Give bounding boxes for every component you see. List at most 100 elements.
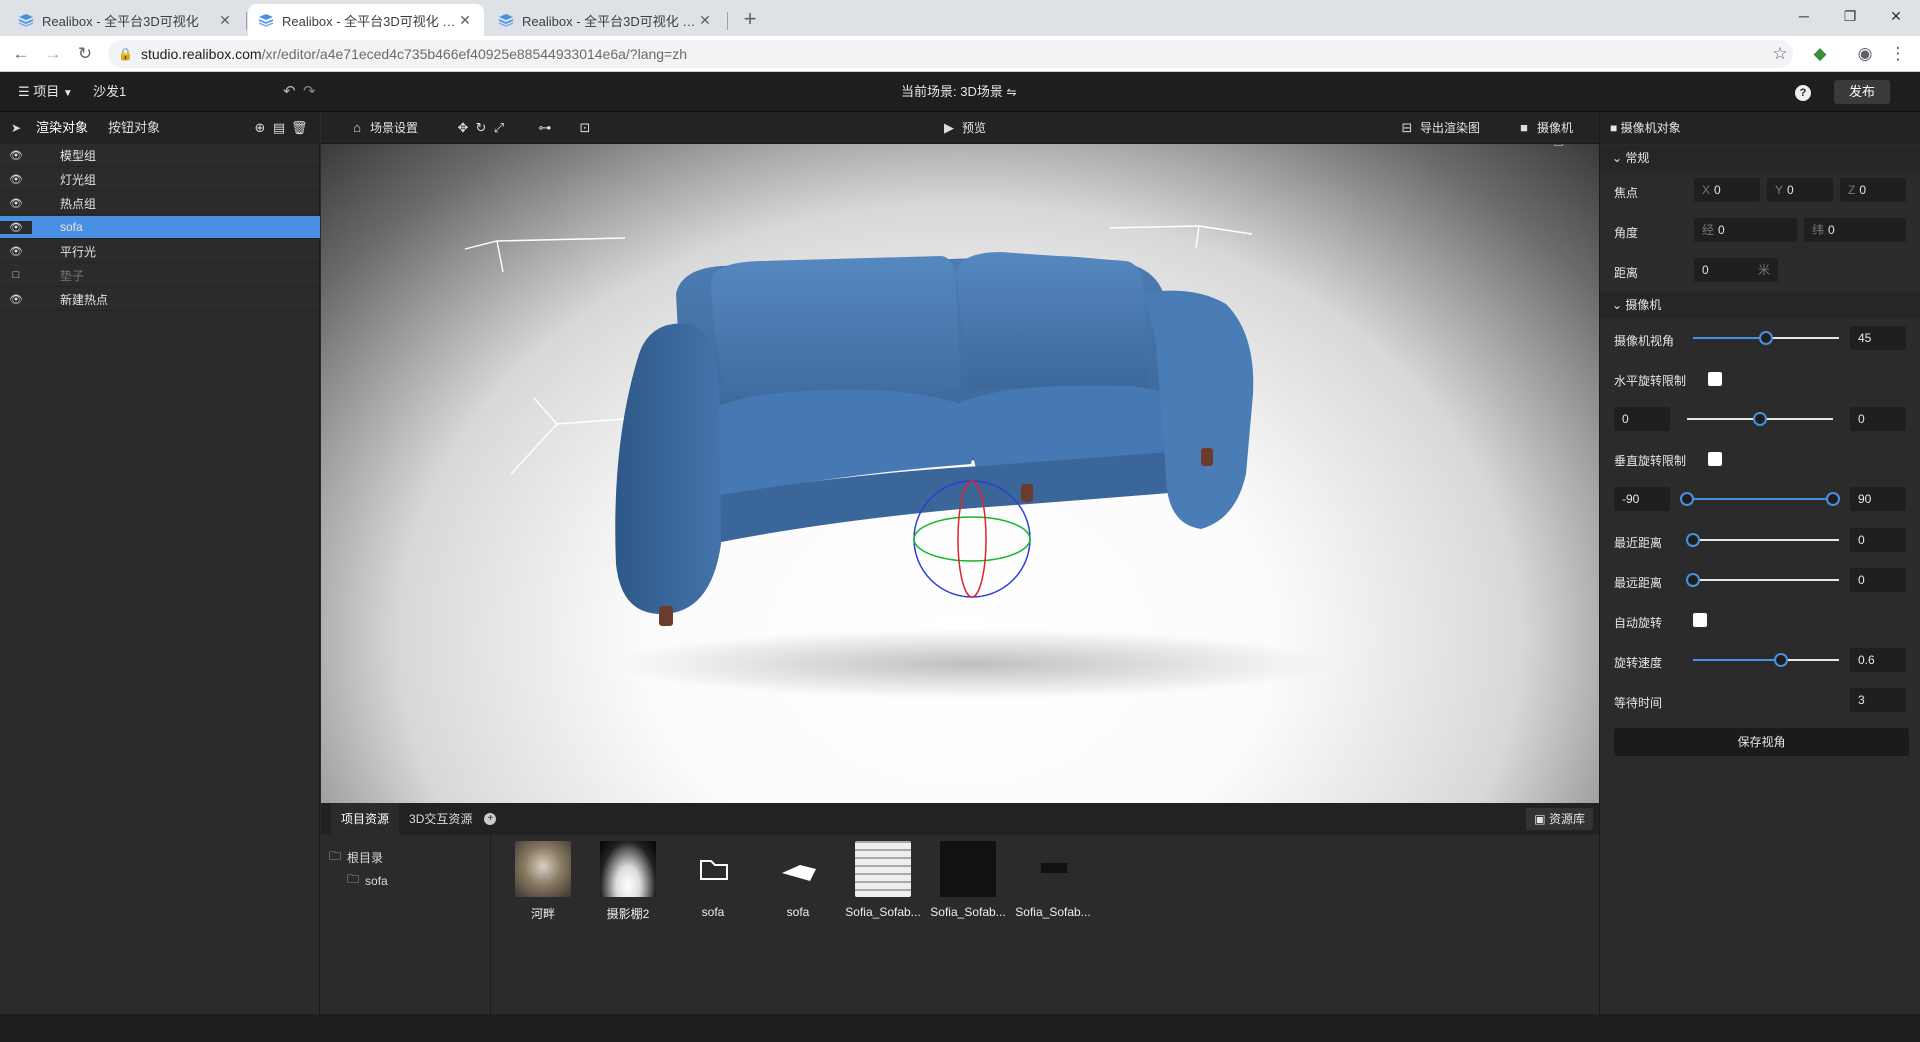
bookmark-star-icon[interactable]: ☆ bbox=[1768, 42, 1792, 66]
publish-button[interactable]: 发布 bbox=[1834, 80, 1890, 104]
asset-item[interactable]: sofa bbox=[673, 841, 753, 919]
tree-item[interactable]: □ 垫子 bbox=[0, 264, 320, 287]
h-limit-max-field[interactable]: 0 bbox=[1850, 407, 1906, 431]
tab-project-assets[interactable]: 项目资源 bbox=[331, 803, 400, 835]
asset-item[interactable]: Sofia_Sofab... bbox=[1013, 841, 1093, 919]
focus-y-field[interactable]: Y0 bbox=[1767, 178, 1833, 202]
asset-item[interactable]: 摄影棚2 bbox=[588, 841, 668, 922]
browser-tab-2[interactable]: Realibox - 全平台3D可视化 - 编辑器 ✕ bbox=[248, 4, 484, 36]
maximize-icon[interactable]: ❐ bbox=[1827, 0, 1873, 32]
undo-icon[interactable]: ↶ bbox=[283, 72, 296, 112]
eye-icon[interactable]: 👁 bbox=[0, 293, 32, 306]
rotate-speed-field[interactable]: 0.6 bbox=[1850, 648, 1906, 672]
vertical-limit-checkbox[interactable] bbox=[1708, 452, 1722, 466]
asset-item[interactable]: Sofia_Sofab... bbox=[928, 841, 1008, 919]
general-section-header[interactable]: ⌄ 常规 bbox=[1600, 145, 1920, 171]
distance-field[interactable]: 0米 bbox=[1694, 258, 1778, 282]
add-icon[interactable]: ⊕ bbox=[252, 120, 268, 136]
cursor-icon[interactable]: ➤ bbox=[8, 120, 24, 136]
fov-slider[interactable] bbox=[1693, 330, 1839, 346]
near-distance-field[interactable]: 0 bbox=[1850, 528, 1906, 552]
tree-item[interactable]: 👁 热点组 bbox=[0, 192, 320, 215]
close-tab-icon[interactable]: ✕ bbox=[216, 12, 234, 29]
rotate-speed-slider[interactable] bbox=[1693, 652, 1839, 668]
focus-x-field[interactable]: X0 bbox=[1694, 178, 1760, 202]
eye-icon[interactable]: 👁 bbox=[0, 197, 32, 210]
help-icon[interactable]: ? bbox=[1795, 85, 1811, 101]
v-limit-min-field[interactable]: -90 bbox=[1614, 487, 1670, 511]
close-tab-icon[interactable]: ✕ bbox=[456, 12, 474, 29]
near-knob[interactable] bbox=[1686, 533, 1700, 547]
camera-button[interactable]: ■ 摄像机 bbox=[1516, 112, 1573, 144]
back-icon[interactable]: ← bbox=[9, 42, 33, 66]
angle-lon-field[interactable]: 经0 bbox=[1694, 218, 1797, 242]
near-distance-slider[interactable] bbox=[1686, 532, 1839, 548]
camera-section-header[interactable]: ⌄ 摄像机 bbox=[1600, 292, 1920, 318]
eye-icon[interactable]: 👁 bbox=[0, 149, 32, 162]
horizontal-limit-checkbox[interactable] bbox=[1708, 372, 1722, 386]
focus-z-field[interactable]: Z0 bbox=[1840, 178, 1906, 202]
tree-item[interactable]: 👁 模型组 bbox=[0, 144, 320, 167]
move-tool[interactable]: ✥ bbox=[455, 112, 471, 144]
add-asset-icon[interactable]: + bbox=[484, 813, 497, 825]
redo-icon[interactable]: ↷ bbox=[303, 72, 316, 112]
asset-item[interactable]: sofa bbox=[758, 841, 838, 919]
export-render-button[interactable]: ⊟ 导出渲染图 bbox=[1399, 112, 1480, 144]
scene-settings-button[interactable]: ⌂ 场景设置 bbox=[349, 112, 418, 144]
new-tab-button[interactable]: + bbox=[735, 4, 765, 34]
scale-tool[interactable]: ⤢ bbox=[491, 112, 507, 144]
folder-sofa[interactable]: 🗀 sofa bbox=[347, 870, 388, 891]
browser-tab-3[interactable]: Realibox - 全平台3D可视化 - 项目 ✕ bbox=[488, 4, 724, 36]
forward-icon[interactable]: → bbox=[41, 42, 65, 66]
close-tab-icon[interactable]: ✕ bbox=[696, 12, 714, 29]
save-view-button[interactable]: 保存视角 bbox=[1614, 728, 1909, 756]
profile-icon[interactable]: ◉ bbox=[1853, 42, 1877, 66]
asset-item[interactable]: 河畔 bbox=[503, 841, 583, 922]
auto-rotate-checkbox[interactable] bbox=[1693, 613, 1707, 627]
url-field[interactable]: 🔒 studio.realibox.com/xr/editor/a4e71ece… bbox=[108, 40, 1793, 68]
far-knob[interactable] bbox=[1686, 573, 1700, 587]
h-limit-min-field[interactable]: 0 bbox=[1614, 407, 1670, 431]
eye-icon[interactable]: 👁 bbox=[0, 220, 32, 234]
project-menu[interactable]: ☰ 项目 ▼ bbox=[18, 72, 73, 114]
rotate-tool[interactable]: ↻ bbox=[473, 112, 489, 144]
extension-icon[interactable]: ◆ bbox=[1808, 42, 1832, 66]
v-limit-max-field[interactable]: 90 bbox=[1850, 487, 1906, 511]
far-distance-field[interactable]: 0 bbox=[1850, 568, 1906, 592]
horizontal-limit-slider[interactable] bbox=[1687, 411, 1833, 427]
vertical-limit-slider[interactable] bbox=[1680, 491, 1840, 507]
reload-icon[interactable]: ↻ bbox=[73, 42, 97, 66]
tab-button-objects[interactable]: 按钮对象 bbox=[100, 112, 168, 144]
browser-menu-icon[interactable]: ⋮ bbox=[1886, 42, 1910, 66]
h-limit-knob[interactable] bbox=[1753, 412, 1767, 426]
tree-item[interactable]: 👁 sofa bbox=[0, 216, 320, 239]
asset-item[interactable]: Sofia_Sofab... bbox=[843, 841, 923, 919]
rotate-speed-knob[interactable] bbox=[1773, 653, 1788, 667]
snap-tool[interactable]: ⊶ bbox=[537, 112, 553, 144]
tab-3d-interaction-assets[interactable]: 3D交互资源 bbox=[399, 803, 482, 835]
3d-viewport[interactable]: ☝ bbox=[321, 144, 1599, 803]
v-limit-min-knob[interactable] bbox=[1680, 492, 1694, 506]
tree-item[interactable]: 👁 平行光 bbox=[0, 240, 320, 263]
copy-icon[interactable]: ▤ bbox=[271, 120, 287, 136]
tree-item[interactable]: 👁 灯光组 bbox=[0, 168, 320, 191]
close-window-icon[interactable]: ✕ bbox=[1873, 0, 1919, 32]
eye-icon[interactable]: 👁 bbox=[0, 245, 32, 258]
browser-tab-1[interactable]: Realibox - 全平台3D可视化 ✕ bbox=[8, 4, 244, 36]
asset-library-button[interactable]: ▣ 资源库 bbox=[1526, 808, 1593, 830]
wait-time-field[interactable]: 3 bbox=[1850, 688, 1906, 712]
sofa-model[interactable] bbox=[615, 252, 1254, 626]
angle-lat-field[interactable]: 纬0 bbox=[1804, 218, 1906, 242]
hidden-icon[interactable]: □ bbox=[0, 269, 32, 281]
v-limit-max-knob[interactable] bbox=[1826, 492, 1840, 506]
eye-icon[interactable]: 👁 bbox=[0, 173, 32, 186]
folder-root[interactable]: 🗀 根目录 bbox=[329, 847, 383, 868]
preview-button[interactable]: ▶ 预览 bbox=[941, 112, 986, 144]
delete-icon[interactable]: 🗑 bbox=[291, 120, 308, 136]
far-distance-slider[interactable] bbox=[1686, 572, 1839, 588]
fov-field[interactable]: 45 bbox=[1850, 326, 1906, 350]
tab-render-objects[interactable]: 渲染对象 bbox=[28, 112, 96, 144]
focus-tool[interactable]: ⊡ bbox=[577, 112, 593, 144]
tree-item[interactable]: 👁 新建热点 bbox=[0, 288, 320, 311]
current-scene-selector[interactable]: 当前场景: 3D场景 ⇋ bbox=[901, 72, 1017, 112]
